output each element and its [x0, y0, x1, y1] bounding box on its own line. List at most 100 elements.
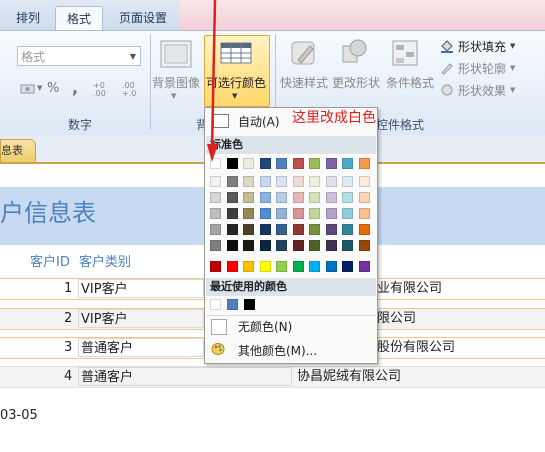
color-swatch[interactable]	[342, 224, 353, 235]
quick-styles-button[interactable]: 快速样式	[280, 74, 328, 91]
color-swatch[interactable]	[259, 224, 271, 235]
color-swatch[interactable]	[259, 261, 271, 272]
color-swatch[interactable]	[309, 240, 320, 251]
color-swatch[interactable]	[276, 176, 287, 187]
color-swatch[interactable]	[342, 240, 353, 251]
color-swatch[interactable]	[292, 240, 304, 251]
color-swatch[interactable]	[325, 192, 337, 203]
color-swatch[interactable]	[226, 158, 238, 169]
shape-fill-button[interactable]: 形状填充	[458, 38, 506, 55]
color-swatch[interactable]	[309, 224, 320, 235]
document-tab[interactable]: 息表	[0, 139, 36, 163]
automatic-color-option[interactable]: 自动(A)	[238, 113, 280, 130]
color-swatch[interactable]	[358, 176, 370, 187]
color-swatch[interactable]	[325, 208, 337, 219]
color-swatch[interactable]	[342, 261, 353, 272]
color-swatch[interactable]	[342, 192, 353, 203]
color-swatch[interactable]	[244, 299, 255, 310]
color-swatch[interactable]	[325, 261, 337, 272]
color-swatch[interactable]	[243, 224, 254, 235]
conditional-format-button[interactable]: 条件格式	[386, 74, 434, 91]
color-swatch[interactable]	[325, 176, 337, 187]
color-swatch[interactable]	[243, 158, 254, 169]
color-swatch[interactable]	[259, 208, 271, 219]
color-swatch[interactable]	[210, 224, 221, 235]
currency-icon[interactable]	[20, 82, 36, 96]
color-swatch[interactable]	[210, 261, 221, 272]
color-swatch[interactable]	[243, 176, 254, 187]
color-swatch[interactable]	[243, 208, 254, 219]
effects-icon[interactable]	[440, 83, 454, 97]
color-swatch[interactable]	[309, 208, 320, 219]
color-swatch[interactable]	[210, 299, 221, 310]
color-swatch[interactable]	[276, 261, 287, 272]
background-image-button[interactable]: 背景图像	[152, 74, 200, 91]
color-swatch[interactable]	[342, 208, 353, 219]
color-swatch[interactable]	[226, 176, 238, 187]
cell-category[interactable]: VIP客户	[78, 279, 204, 298]
color-swatch[interactable]	[276, 224, 287, 235]
comma-icon[interactable]: ,	[72, 78, 78, 97]
color-swatch[interactable]	[243, 192, 254, 203]
color-swatch[interactable]	[276, 208, 287, 219]
color-swatch[interactable]	[292, 176, 304, 187]
dropdown-arrow-icon[interactable]: ▼	[37, 84, 42, 92]
color-swatch[interactable]	[309, 192, 320, 203]
conditional-format-icon[interactable]	[392, 40, 420, 68]
color-swatch[interactable]	[292, 224, 304, 235]
cell-category[interactable]: 普通客户	[78, 338, 204, 357]
format-combo[interactable]: 格式 ▼	[17, 46, 141, 66]
color-swatch[interactable]	[358, 240, 370, 251]
color-swatch[interactable]	[358, 192, 370, 203]
shape-effects-button[interactable]: 形状效果	[458, 82, 506, 99]
color-swatch[interactable]	[243, 261, 254, 272]
color-swatch[interactable]	[292, 158, 304, 169]
no-color-option[interactable]: 无颜色(N)	[238, 318, 292, 335]
percent-button[interactable]: %	[47, 81, 59, 96]
color-swatch[interactable]	[226, 192, 238, 203]
color-swatch[interactable]	[259, 240, 271, 251]
color-swatch[interactable]	[210, 176, 221, 187]
color-swatch[interactable]	[259, 158, 271, 169]
color-swatch[interactable]	[276, 158, 287, 169]
quick-styles-icon[interactable]	[290, 40, 318, 68]
color-swatch[interactable]	[243, 240, 254, 251]
picture-icon[interactable]	[160, 40, 192, 68]
color-swatch[interactable]	[259, 192, 271, 203]
paint-bucket-icon[interactable]	[440, 39, 454, 53]
decrease-decimal-icon[interactable]: .00 +.0	[122, 82, 136, 98]
color-swatch[interactable]	[325, 158, 337, 169]
color-swatch[interactable]	[342, 176, 353, 187]
color-swatch[interactable]	[226, 224, 238, 235]
color-swatch[interactable]	[358, 261, 370, 272]
color-swatch[interactable]	[358, 158, 370, 169]
color-swatch[interactable]	[292, 208, 304, 219]
color-swatch[interactable]	[325, 240, 337, 251]
color-swatch[interactable]	[259, 176, 271, 187]
increase-decimal-icon[interactable]: +0.00	[93, 82, 106, 98]
tab-format[interactable]: 格式	[55, 6, 103, 31]
pen-outline-icon[interactable]	[440, 61, 454, 75]
color-swatch[interactable]	[276, 240, 287, 251]
tab-page-setup[interactable]: 页面设置	[107, 6, 179, 30]
tab-arrange[interactable]: 排列	[6, 6, 50, 30]
color-swatch[interactable]	[210, 240, 221, 251]
color-swatch[interactable]	[226, 261, 238, 272]
color-swatch[interactable]	[210, 208, 221, 219]
cell-category[interactable]: 普通客户	[78, 367, 292, 386]
more-colors-option[interactable]: 其他颜色(M)...	[238, 342, 317, 359]
color-swatch[interactable]	[292, 261, 304, 272]
color-swatch[interactable]	[358, 224, 370, 235]
color-swatch[interactable]	[210, 192, 221, 203]
color-swatch[interactable]	[226, 240, 238, 251]
change-shape-icon[interactable]	[340, 38, 368, 68]
color-swatch[interactable]	[226, 208, 238, 219]
color-swatch[interactable]	[309, 158, 320, 169]
color-swatch[interactable]	[292, 192, 304, 203]
color-swatch[interactable]	[325, 224, 337, 235]
color-swatch[interactable]	[309, 176, 320, 187]
color-swatch[interactable]	[276, 192, 287, 203]
color-swatch[interactable]	[358, 208, 370, 219]
color-swatch[interactable]	[227, 299, 238, 310]
cell-category[interactable]: VIP客户	[78, 309, 204, 328]
